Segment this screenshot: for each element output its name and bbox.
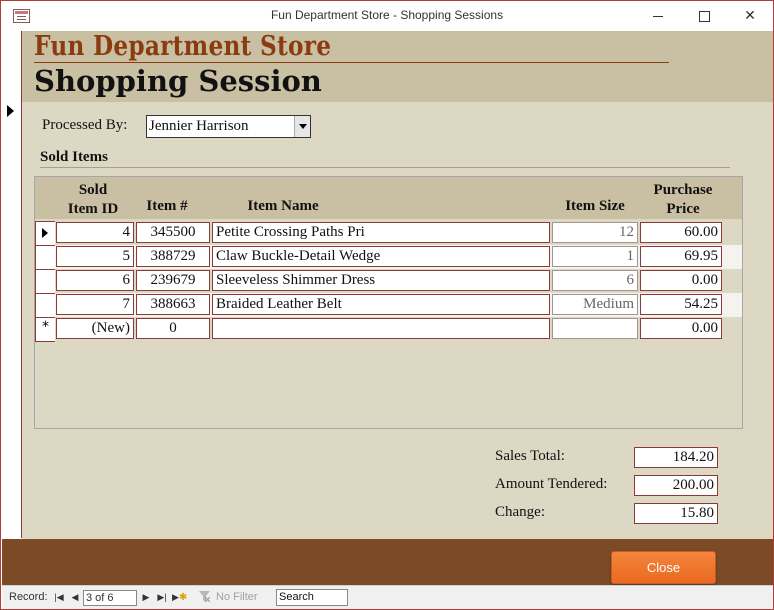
form-detail: Processed By: Jennier Harrison Sold Item… <box>22 102 773 539</box>
record-navigation-bar: Record: |◀ ◀ 3 of 6 ▶ ▶| ▶✱ No Filter Se… <box>2 585 773 609</box>
table-row[interactable]: 7 388663 Braided Leather Belt Medium 54.… <box>35 293 742 318</box>
processed-by-label: Processed By: <box>42 117 128 133</box>
item-no-cell[interactable]: 0 <box>136 318 210 339</box>
change-field[interactable]: 15.80 <box>634 503 718 524</box>
item-name-cell[interactable] <box>212 318 550 339</box>
form-title: Shopping Session <box>34 64 322 98</box>
maximize-icon <box>698 10 710 22</box>
column-header-item-no: Item # <box>146 198 188 214</box>
column-header-line: Item ID <box>67 201 119 217</box>
purchase-price-cell[interactable]: 60.00 <box>640 222 722 243</box>
processed-by-combobox[interactable]: Jennier Harrison <box>146 115 311 138</box>
new-record-row[interactable]: * (New) 0 0.00 <box>35 317 742 342</box>
record-label: Record: <box>9 591 48 603</box>
first-record-icon[interactable]: |◀ <box>52 589 66 605</box>
item-no-cell[interactable]: 388729 <box>136 246 210 267</box>
sold-item-id-cell[interactable]: 4 <box>56 222 134 243</box>
title-bar: Fun Department Store - Shopping Sessions… <box>1 1 773 31</box>
record-position-field[interactable]: 3 of 6 <box>83 590 137 606</box>
purchase-price-cell[interactable]: 0.00 <box>640 270 722 291</box>
form-header: Fun Department Store Shopping Session <box>22 31 773 102</box>
last-record-icon[interactable]: ▶| <box>155 589 169 605</box>
table-row[interactable]: 4 345500 Petite Crossing Paths Pri 12 60… <box>35 221 742 246</box>
chevron-down-icon[interactable] <box>294 116 310 137</box>
subform-header: Sold Item ID Item # Item Name Item Size … <box>35 177 742 219</box>
item-name-cell[interactable]: Claw Buckle-Detail Wedge <box>212 246 550 267</box>
search-box[interactable]: Search <box>276 589 348 606</box>
column-header-line: Purchase <box>653 182 713 198</box>
column-header-item-size: Item Size <box>565 198 625 214</box>
item-no-cell[interactable]: 388663 <box>136 294 210 315</box>
section-divider <box>40 167 730 168</box>
column-header-sold-item-id: Sold Item ID <box>55 181 131 219</box>
column-header-item-name: Item Name <box>247 198 319 214</box>
column-header-line: Sold <box>78 182 108 198</box>
item-size-cell[interactable]: 1 <box>552 246 638 267</box>
header-divider <box>34 62 669 63</box>
sales-total-label: Sales Total: <box>495 448 565 464</box>
no-filter-label: No Filter <box>216 591 258 603</box>
row-selector[interactable]: * <box>35 317 55 342</box>
sold-items-label: Sold Items <box>40 149 108 165</box>
table-row[interactable]: 6 239679 Sleeveless Shimmer Dress 6 0.00 <box>35 269 742 294</box>
item-size-cell[interactable]: 12 <box>552 222 638 243</box>
store-name: Fun Department Store <box>34 31 332 62</box>
row-selector[interactable] <box>35 293 55 318</box>
sold-items-subform: Sold Item ID Item # Item Name Item Size … <box>34 176 743 429</box>
record-selector[interactable] <box>1 31 22 538</box>
current-record-icon <box>7 105 14 117</box>
maximize-button[interactable] <box>681 1 727 31</box>
minimize-icon <box>653 15 663 17</box>
new-record-button[interactable]: ▶✱ <box>172 589 188 605</box>
purchase-price-cell[interactable]: 0.00 <box>640 318 722 339</box>
sold-item-id-cell[interactable]: 5 <box>56 246 134 267</box>
minimize-button[interactable] <box>635 1 681 31</box>
column-header-line: Price <box>666 201 700 217</box>
sold-item-id-cell[interactable]: 6 <box>56 270 134 291</box>
item-no-cell[interactable]: 345500 <box>136 222 210 243</box>
row-selector[interactable] <box>35 269 55 294</box>
row-selector[interactable] <box>35 245 55 270</box>
amount-tendered-field[interactable]: 200.00 <box>634 475 718 496</box>
item-size-cell[interactable]: Medium <box>552 294 638 315</box>
change-label: Change: <box>495 504 545 520</box>
access-form-window: Fun Department Store - Shopping Sessions… <box>0 0 774 610</box>
table-row[interactable]: 5 388729 Claw Buckle-Detail Wedge 1 69.9… <box>35 245 742 270</box>
sales-total-field[interactable]: 184.20 <box>634 447 718 468</box>
close-window-button[interactable]: ✕ <box>727 1 773 31</box>
purchase-price-cell[interactable]: 69.95 <box>640 246 722 267</box>
row-selector[interactable] <box>35 221 55 246</box>
purchase-price-cell[interactable]: 54.25 <box>640 294 722 315</box>
close-icon: ✕ <box>744 8 756 24</box>
item-size-cell[interactable]: 6 <box>552 270 638 291</box>
item-name-cell[interactable]: Braided Leather Belt <box>212 294 550 315</box>
item-name-cell[interactable]: Petite Crossing Paths Pri <box>212 222 550 243</box>
sold-item-id-cell[interactable]: 7 <box>56 294 134 315</box>
current-row-icon <box>42 228 48 238</box>
sold-item-id-cell[interactable]: (New) <box>56 318 134 339</box>
item-no-cell[interactable]: 239679 <box>136 270 210 291</box>
column-header-purchase-price: Purchase Price <box>640 181 726 219</box>
filter-icon <box>199 591 210 602</box>
processed-by-value[interactable]: Jennier Harrison <box>149 118 249 135</box>
item-name-cell[interactable]: Sleeveless Shimmer Dress <box>212 270 550 291</box>
new-record-icon: * <box>42 319 49 335</box>
form-footer: Close <box>2 539 773 585</box>
next-record-icon[interactable]: ▶ <box>139 589 153 605</box>
new-record-star-icon: ✱ <box>178 592 188 603</box>
close-button[interactable]: Close <box>611 551 716 584</box>
item-size-cell[interactable] <box>552 318 638 339</box>
amount-tendered-label: Amount Tendered: <box>495 476 608 492</box>
previous-record-icon[interactable]: ◀ <box>68 589 82 605</box>
